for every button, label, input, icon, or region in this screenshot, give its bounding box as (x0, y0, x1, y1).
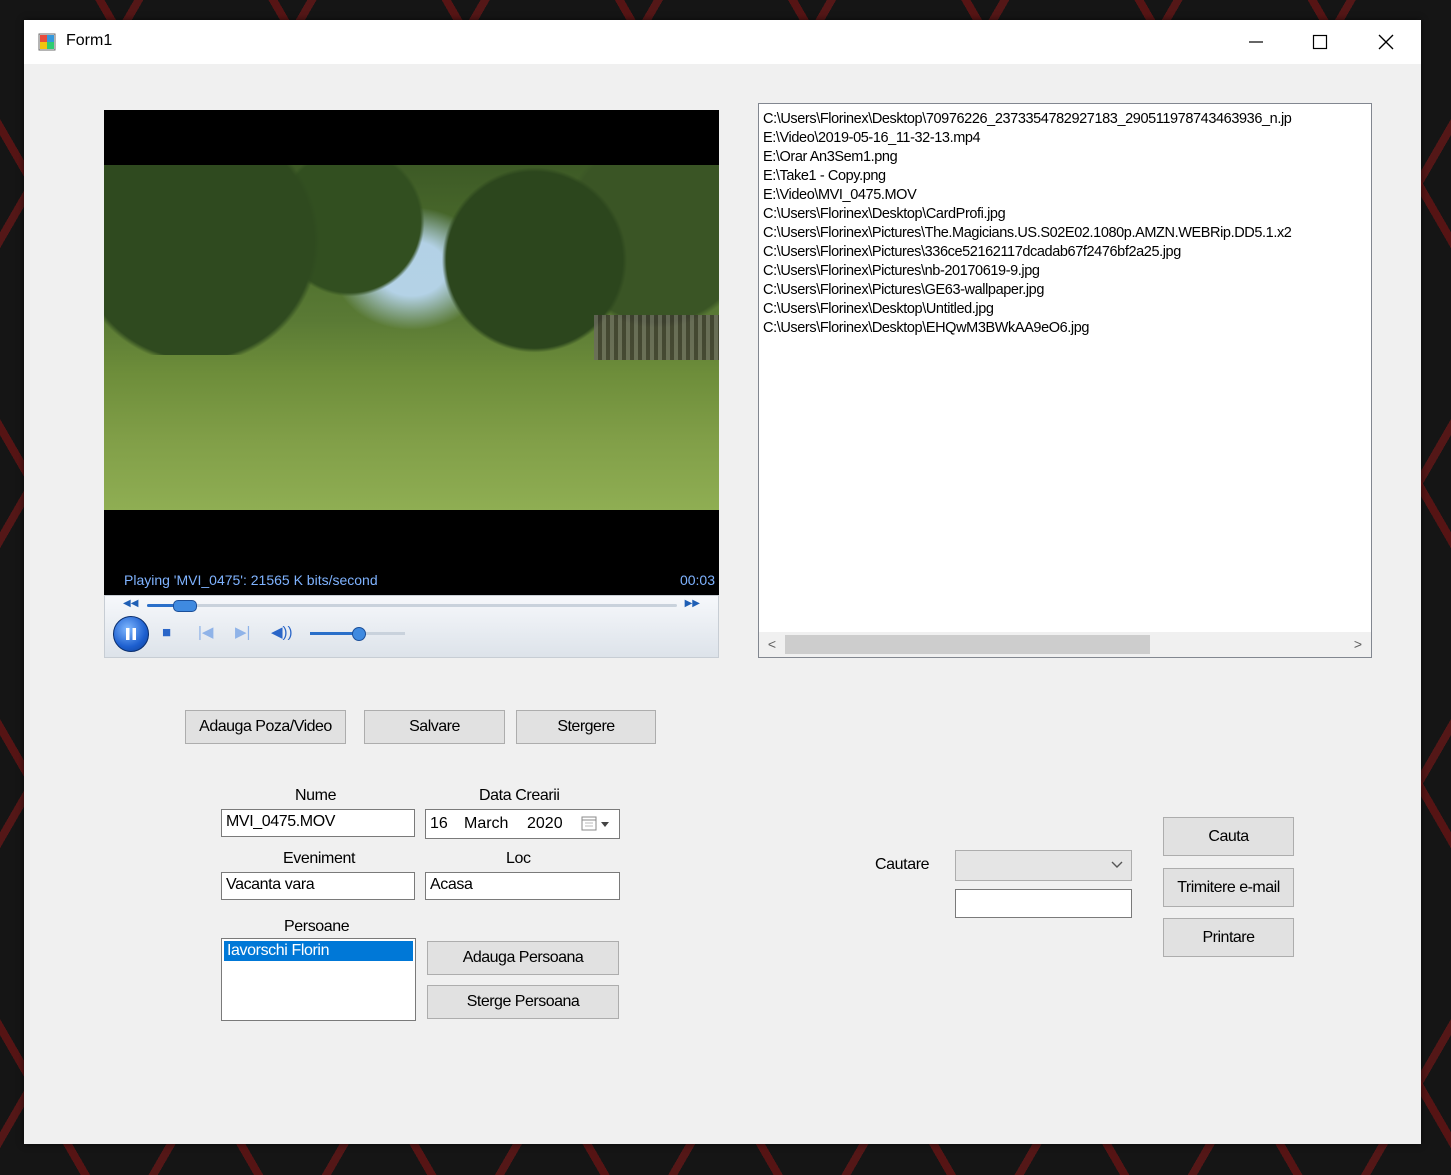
save-button[interactable]: Salvare (364, 710, 505, 744)
print-button[interactable]: Printare (1163, 918, 1294, 957)
volume-icon[interactable]: ◀)) (271, 624, 293, 642)
file-list-item[interactable]: C:\Users\Florinex\Desktop\70976226_23733… (763, 110, 1371, 129)
file-list-item[interactable]: C:\Users\Florinex\Pictures\nb-20170619-9… (763, 262, 1371, 281)
search-button[interactable]: Cauta (1163, 817, 1294, 856)
remove-person-button[interactable]: Sterge Persoana (427, 985, 619, 1019)
playback-time: 00:03 (679, 572, 715, 588)
close-button[interactable] (1354, 20, 1418, 64)
playback-status: Playing 'MVI_0475': 21565 K bits/second (124, 572, 378, 588)
file-list-item[interactable]: C:\Users\Florinex\Pictures\GE63-wallpape… (763, 281, 1371, 300)
previous-icon[interactable]: |◀ (198, 624, 213, 642)
date-label: Data Crearii (479, 787, 560, 804)
file-list-item[interactable]: E:\Take1 - Copy.png (763, 167, 1371, 186)
player-controls: ◀◀ ▶▶ ■ |◀ ▶| ◀)) (104, 595, 719, 658)
file-list-item[interactable]: E:\Video\MVI_0475.MOV (763, 186, 1371, 205)
next-icon[interactable]: ▶| (235, 624, 250, 642)
video-frame[interactable] (104, 165, 719, 510)
persons-listbox[interactable]: Iavorschi Florin (221, 938, 416, 1021)
close-icon (1378, 34, 1394, 50)
volume-fill (310, 632, 358, 635)
title-bar[interactable]: Form1 (24, 20, 1421, 64)
pause-icon (126, 628, 136, 640)
maximize-button[interactable] (1288, 20, 1352, 64)
search-combo[interactable] (955, 850, 1132, 881)
date-day[interactable]: 16 (430, 815, 448, 833)
rewind-icon[interactable]: ◀◀ (123, 598, 138, 609)
file-list-item[interactable]: C:\Users\Florinex\Desktop\CardProfi.jpg (763, 205, 1371, 224)
event-label: Eveniment (283, 850, 355, 867)
file-list-item[interactable]: C:\Users\Florinex\Pictures\The.Magicians… (763, 224, 1371, 243)
pause-button[interactable] (113, 616, 149, 652)
file-list-item[interactable]: E:\Video\2019-05-16_11-32-13.mp4 (763, 129, 1371, 148)
minimize-icon (1249, 41, 1263, 43)
calendar-dropdown-icon[interactable] (581, 816, 613, 832)
scroll-right-icon[interactable]: > (1348, 635, 1368, 654)
app-icon (38, 33, 56, 51)
form-window: Form1 Playing 'MVI_0475': 21565 K bits/s… (24, 20, 1421, 1144)
horizontal-scrollbar[interactable]: < > (759, 632, 1371, 657)
file-list: C:\Users\Florinex\Desktop\70976226_23733… (759, 104, 1371, 338)
seek-thumb[interactable] (173, 600, 198, 612)
place-label: Loc (506, 850, 531, 867)
scroll-left-icon[interactable]: < (762, 635, 782, 654)
volume-thumb[interactable] (351, 627, 366, 641)
event-field[interactable]: Vacanta vara (221, 872, 415, 900)
person-item-selected[interactable]: Iavorschi Florin (224, 941, 413, 961)
file-list-item[interactable]: E:\Orar An3Sem1.png (763, 148, 1371, 167)
fast-forward-icon[interactable]: ▶▶ (685, 598, 700, 609)
persons-label: Persoane (284, 918, 350, 935)
name-label: Nume (295, 787, 337, 804)
delete-button[interactable]: Stergere (516, 710, 656, 744)
minimize-button[interactable] (1224, 20, 1288, 64)
date-year[interactable]: 2020 (527, 815, 563, 833)
date-month[interactable]: March (464, 815, 508, 833)
send-email-button[interactable]: Trimitere e-mail (1163, 868, 1294, 907)
search-label: Cautare (875, 856, 930, 873)
stop-icon[interactable]: ■ (162, 624, 171, 642)
file-list-item[interactable]: C:\Users\Florinex\Desktop\EHQwM3BWkAA9eO… (763, 319, 1371, 338)
chevron-down-icon[interactable] (1108, 854, 1126, 874)
name-field[interactable]: MVI_0475.MOV (221, 809, 415, 837)
file-list-item[interactable]: C:\Users\Florinex\Desktop\Untitled.jpg (763, 300, 1371, 319)
place-field[interactable]: Acasa (425, 872, 620, 900)
seek-bar[interactable] (147, 604, 677, 607)
file-list-item[interactable]: C:\Users\Florinex\Pictures\336ce52162117… (763, 243, 1371, 262)
file-listbox[interactable]: C:\Users\Florinex\Desktop\70976226_23733… (758, 103, 1372, 658)
media-player[interactable]: Playing 'MVI_0475': 21565 K bits/second … (104, 110, 719, 658)
video-scene-fence (594, 315, 719, 360)
window-title: Form1 (66, 32, 113, 49)
add-media-button[interactable]: Adauga Poza/Video (185, 710, 346, 744)
scroll-thumb[interactable] (785, 635, 1150, 654)
date-picker[interactable]: 16 March 2020 (425, 809, 620, 839)
add-person-button[interactable]: Adauga Persoana (427, 941, 619, 975)
search-input[interactable] (955, 889, 1132, 918)
maximize-icon (1312, 34, 1328, 50)
